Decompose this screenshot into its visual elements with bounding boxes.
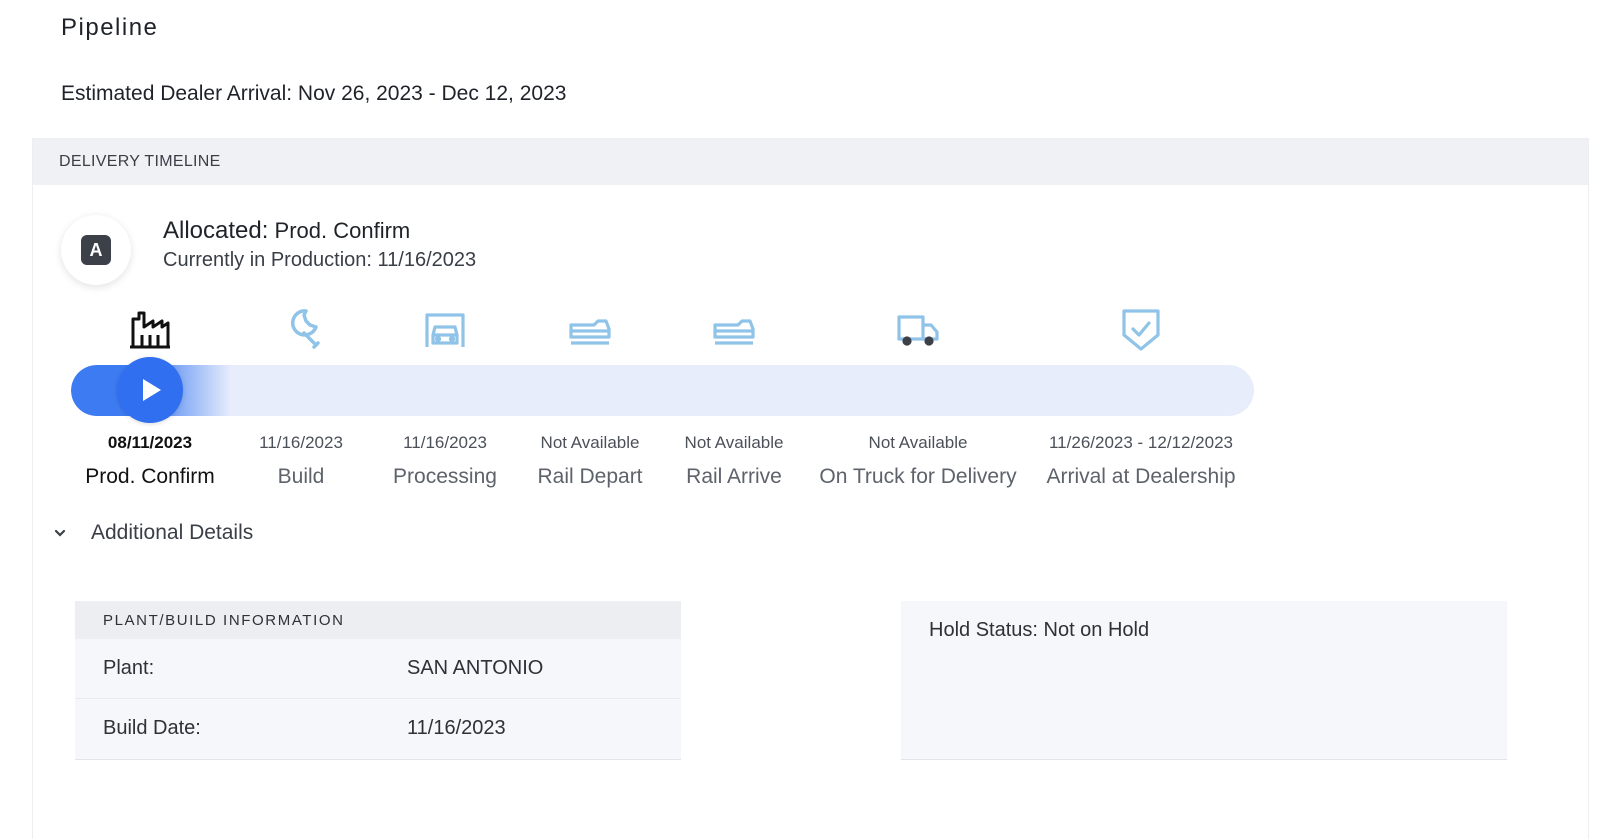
page-title: Pipeline [61,14,159,41]
stage-name: Rail Depart [537,465,643,488]
stage-date: 11/26/2023 - 12/12/2023 [1048,433,1234,452]
progress-track [71,365,1254,416]
play-icon [143,379,161,401]
info-label: Build Date: [103,717,201,739]
stage-date: 11/16/2023 [259,433,343,452]
status-line: Allocated: Prod. Confirm [163,217,410,245]
hold-status-card: Hold Status: Not on Hold [901,601,1507,760]
stage-date: 08/11/2023 [107,433,193,452]
rail-car-icon [568,307,612,351]
stage-name: On Truck for Delivery [819,465,1017,488]
stage-date: Not Available [684,433,784,452]
status-value: Prod. Confirm [274,218,411,243]
rail-car-icon [712,307,756,351]
stage-name: Prod. Confirm [85,465,215,488]
status-label: Allocated: [163,217,269,244]
wrench-icon [278,307,322,351]
stage-name: Rail Arrive [686,465,782,488]
additional-details-label: Additional Details [91,521,254,544]
estimated-arrival: Estimated Dealer Arrival: Nov 26, 2023 -… [61,82,567,105]
plant-build-header: PLANT/BUILD INFORMATION [75,601,681,639]
info-value: 11/16/2023 [407,717,506,739]
additional-details-toggle[interactable]: Additional Details [53,521,253,545]
delivery-timeline-panel: DELIVERY TIMELINE A Allocated: Prod. Con… [32,138,1589,839]
stage-name: Arrival at Dealership [1046,465,1236,488]
hold-status-text: Hold Status: Not on Hold [929,619,1150,641]
info-label: Plant: [103,657,155,679]
plant-build-card: PLANT/BUILD INFORMATION Plant: SAN ANTON… [75,601,681,760]
stage-name: Build [277,465,325,488]
avatar-letter: A [81,235,111,265]
factory-icon [128,307,172,351]
car-garage-icon [423,307,467,351]
chevron-down-icon [54,529,66,537]
info-row: Build Date: 11/16/2023 [75,698,681,758]
panel-header: DELIVERY TIMELINE [33,139,1588,185]
progress-knob[interactable] [117,357,183,423]
avatar: A [61,215,131,285]
truck-icon [896,307,940,351]
status-subline: Currently in Production: 11/16/2023 [163,249,477,271]
stage-date: 11/16/2023 [403,433,487,452]
stage-date: Not Available [868,433,968,452]
stage-date: Not Available [540,433,640,452]
stage-name: Processing [393,465,497,488]
info-value: SAN ANTONIO [407,657,544,679]
info-row: Plant: SAN ANTONIO [75,639,681,698]
shield-check-icon [1119,307,1163,351]
